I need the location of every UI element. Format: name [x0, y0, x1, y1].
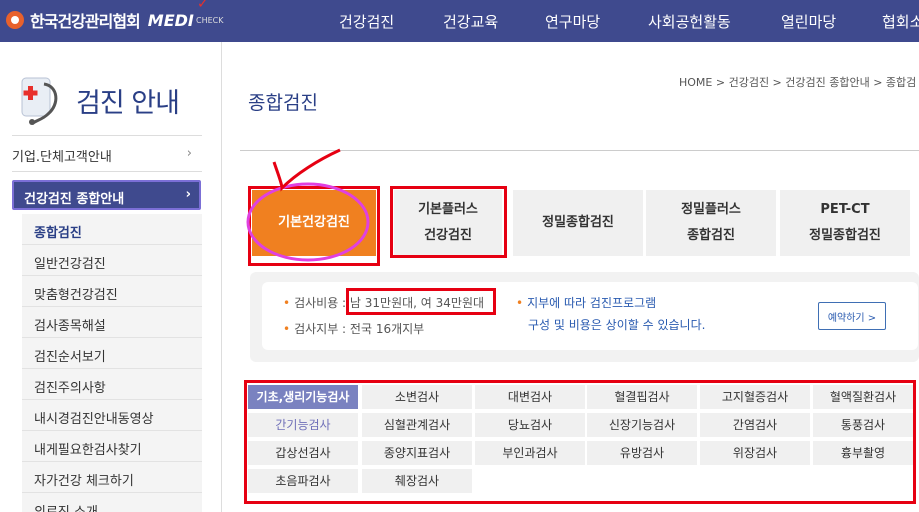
tab-pet-ct[interactable]: PET-CT 정밀종합검진 [780, 190, 910, 256]
cost-label: 검사비용 : [294, 296, 350, 310]
annotation-scribble-icon [246, 148, 370, 262]
logo-medi: MEDI [147, 10, 194, 30]
nav-item-about[interactable]: 협회소 [882, 11, 919, 32]
chevron-right-icon: › [185, 187, 191, 202]
divider [22, 337, 202, 338]
note-line-1: • 지부에 따라 검진프로그램 [516, 296, 657, 310]
breadcrumb: HOME > 건강검진 > 건강검진 종합안내 > 종합검 [679, 76, 917, 89]
divider [22, 244, 202, 245]
divider [22, 430, 202, 431]
logo-check-mark-icon: ✓ [197, 0, 209, 12]
divider [22, 275, 202, 276]
divider [22, 492, 202, 493]
sidebar-title: 검진 안내 [76, 87, 180, 119]
annotation-box [244, 380, 916, 504]
tab-precision[interactable]: 정밀종합검진 [513, 190, 643, 256]
page-title: 종합검진 [248, 92, 318, 114]
logo-mark-icon [6, 11, 24, 29]
sidebar-header: 검진 안내 [14, 74, 180, 126]
tab-label-line1: 정밀플러스 [681, 202, 741, 217]
submenu-item-general[interactable]: 일반건강검진 [34, 253, 106, 272]
divider [22, 461, 202, 462]
nav-item-open-forum[interactable]: 열린마당 [781, 11, 836, 32]
submenu-item-medical-staff[interactable]: 의료진 소개 [34, 501, 98, 512]
sidebar-submenu: 종합검진 일반건강검진 맞춤형건강검진 검사종목해설 검진순서보기 검진주의사항… [22, 214, 202, 512]
tab-label-line2: 정밀종합검진 [809, 228, 881, 243]
divider [22, 399, 202, 400]
submenu-item-precautions[interactable]: 검진주의사항 [34, 377, 106, 396]
annotation-box [390, 186, 507, 258]
bullet-icon: • [516, 296, 524, 310]
branch-value: 전국 16개지부 [349, 322, 425, 336]
submenu-item-self-check[interactable]: 자가건강 체크하기 [34, 470, 134, 489]
stethoscope-icon [14, 74, 68, 126]
submenu-item-comprehensive[interactable]: 종합검진 [34, 222, 82, 241]
site-logo[interactable]: 한국건강관리협회 MEDI [6, 8, 194, 32]
page: 한국건강관리협회 MEDI ✓ CHECK 건강검진 건강교육 연구마당 사회공… [0, 0, 919, 512]
nav-item-health-checkup[interactable]: 건강검진 [339, 11, 394, 32]
sidebar: 검진 안내 기업.단체고객안내 › 건강검진 종합안내 › 종합검진 일반건강검… [0, 42, 222, 512]
reserve-button[interactable]: 예약하기 > [818, 302, 886, 330]
nav-item-research[interactable]: 연구마당 [545, 11, 600, 32]
divider [12, 135, 202, 136]
divider [22, 306, 202, 307]
chevron-right-icon: › [186, 146, 192, 161]
submenu-item-test-items[interactable]: 검사종목해설 [34, 315, 106, 334]
top-navigation-bar: 한국건강관리협회 MEDI ✓ CHECK 건강검진 건강교육 연구마당 사회공… [0, 0, 919, 42]
logo-text: 한국건강관리협회 [30, 12, 141, 31]
nav-item-health-education[interactable]: 건강교육 [443, 11, 498, 32]
divider [12, 171, 202, 172]
nav-item-social-contribution[interactable]: 사회공헌활동 [648, 11, 731, 32]
sidebar-item-label: 기업.단체고객안내 [12, 150, 112, 165]
divider [22, 368, 202, 369]
tab-label: 정밀종합검진 [542, 215, 614, 230]
branch-line: • 검사지부 : 전국 16개지부 [283, 320, 424, 337]
note-line-2: 구성 및 비용은 상이할 수 있습니다. [528, 318, 706, 332]
annotation-box [346, 288, 496, 315]
sidebar-item-corporate[interactable]: 기업.단체고객안내 › [12, 146, 202, 165]
bullet-icon: • [283, 296, 291, 310]
tab-label-line1: PET-CT [820, 202, 870, 217]
tab-precision-plus[interactable]: 정밀플러스 종합검진 [646, 190, 776, 256]
submenu-item-order[interactable]: 검진순서보기 [34, 346, 106, 365]
submenu-item-endoscopy-video[interactable]: 내시경검진안내동영상 [34, 408, 154, 427]
submenu-item-find-test[interactable]: 내게필요한검사찾기 [34, 439, 142, 458]
logo-check: CHECK [196, 16, 224, 25]
tab-label-line2: 종합검진 [687, 228, 735, 243]
sidebar-item-checkup-guide[interactable]: 건강검진 종합안내 › [12, 180, 201, 210]
sidebar-item-label: 건강검진 종합안내 [24, 192, 125, 207]
branch-label: 검사지부 : [294, 322, 350, 336]
submenu-item-custom[interactable]: 맞춤형건강검진 [34, 284, 118, 303]
bullet-icon: • [283, 322, 291, 336]
